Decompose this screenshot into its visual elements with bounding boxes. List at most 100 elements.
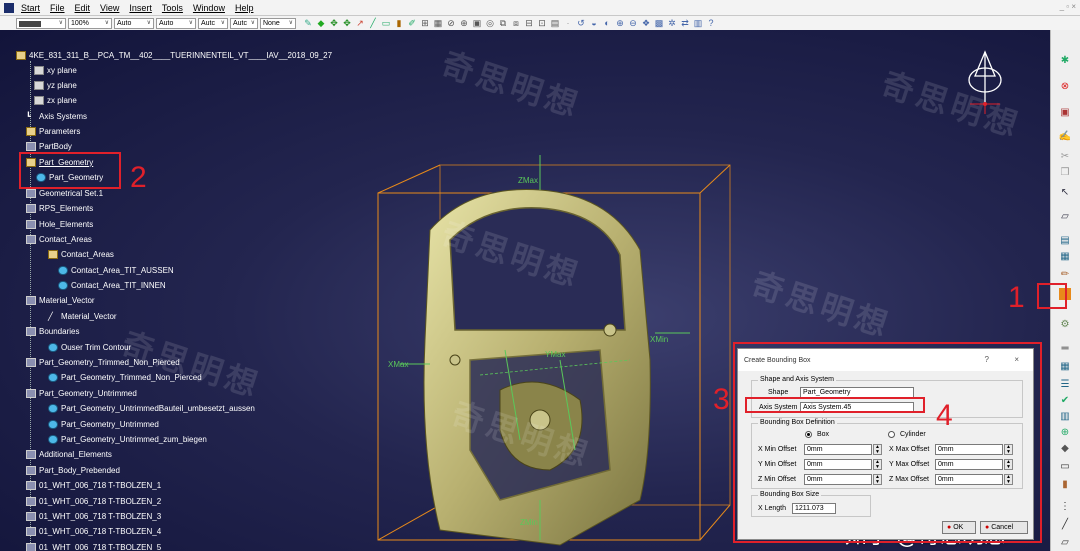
tree-item-parameters[interactable]: Parameters xyxy=(26,125,80,137)
tree-item-material-vector-line[interactable]: ╱ Material_Vector xyxy=(48,310,117,322)
tree-item-tbolzen-2[interactable]: 01_WHT_006_718 T-TBOLZEN_2 xyxy=(26,495,161,507)
menu-edit[interactable]: Edit xyxy=(70,3,96,13)
move-icon[interactable]: ✥ xyxy=(341,18,353,29)
transparency-combo[interactable]: 100% ∨ xyxy=(68,18,112,29)
offset-icon[interactable]: ⧉ xyxy=(497,18,509,29)
tree-item-zx-plane[interactable]: zx plane xyxy=(34,94,77,106)
fill-icon[interactable]: ▣ xyxy=(471,18,483,29)
tree-item-contact-areas[interactable]: Contact_Areas xyxy=(26,233,92,245)
tree-item-rps-elements[interactable]: RPS_Elements xyxy=(26,202,93,214)
sketch-icon[interactable]: ✱ xyxy=(1057,54,1073,68)
plane-icon[interactable]: ◆ xyxy=(315,18,327,29)
plane-icon[interactable]: ▭ xyxy=(380,18,392,29)
point-type-combo[interactable]: Autc ∨ xyxy=(198,18,228,29)
menu-help[interactable]: Help xyxy=(230,3,259,13)
tree-item-trimmed-set[interactable]: Part_Geometry_Trimmed_Non_Pierced xyxy=(26,356,180,368)
grid-icon[interactable]: ▦ xyxy=(1057,360,1073,374)
tree-item-contact-area-aussen[interactable]: Contact_Area_TIT_AUSSEN xyxy=(58,264,174,276)
zoom-icon[interactable]: ◐ xyxy=(601,18,613,29)
tree-item-part-body-prebended[interactable]: Part_Body_Prebended xyxy=(26,464,120,476)
window-controls[interactable]: _ ▫ × xyxy=(1060,2,1076,11)
help-icon[interactable]: ? xyxy=(705,18,717,29)
tree-item-untrimmed-biegen[interactable]: Part_Geometry_Untrimmed_zum_biegen xyxy=(48,433,207,445)
print-icon[interactable]: ▭ xyxy=(1057,460,1073,474)
build-icon[interactable]: ▮ xyxy=(1057,478,1073,492)
tree-item-material-vector[interactable]: Material_Vector xyxy=(26,294,95,306)
rotate-icon[interactable]: ↺ xyxy=(575,18,587,29)
extrude-icon[interactable]: ▮ xyxy=(393,18,405,29)
catalog-icon[interactable]: ▦ xyxy=(1057,250,1073,264)
menu-start[interactable]: Start xyxy=(16,3,45,13)
analysis-icon[interactable]: ▤ xyxy=(549,18,561,29)
menu-window[interactable]: Window xyxy=(188,3,230,13)
dots-icon[interactable]: ⋮ xyxy=(1057,500,1073,514)
settings-icon[interactable]: ◆ xyxy=(1057,442,1073,456)
tree-item-tbolzen-3[interactable]: 01_WHT_006_718 T-TBOLZEN_3 xyxy=(26,510,161,522)
catia-logo-icon[interactable] xyxy=(4,2,14,13)
view-icon[interactable]: ◒ xyxy=(588,18,600,29)
tree-root[interactable]: 4KE_831_311_B__PCA_TM__402____TUERINNENT… xyxy=(16,49,332,61)
line-thickness-combo[interactable]: Auto ∨ xyxy=(114,18,154,29)
paste-icon[interactable]: ❒ xyxy=(1057,166,1073,180)
brush-icon[interactable]: ✏ xyxy=(1057,268,1073,282)
tree-item-untrimmed-aussen[interactable]: Part_Geometry_UntrimmedBauteil_umbesetzt… xyxy=(48,402,255,414)
tree-item-tbolzen-4[interactable]: 01_WHT_006_718 T-TBOLZEN_4 xyxy=(26,525,161,537)
split-icon[interactable]: ⊘ xyxy=(445,18,457,29)
tree-item-contact-areas-sub[interactable]: Contact_Areas xyxy=(48,248,114,260)
sketch-icon[interactable]: ✐ xyxy=(406,18,418,29)
cut-icon[interactable]: ✂ xyxy=(1057,150,1073,164)
cancel-icon[interactable]: ⊗ xyxy=(1057,80,1073,94)
line-tool-icon[interactable]: ╱ xyxy=(1057,518,1073,532)
zoom-in-icon[interactable]: ⊕ xyxy=(614,18,626,29)
tree-item-untrimmed[interactable]: Part_Geometry_Untrimmed xyxy=(48,418,159,430)
tree-item-tbolzen-1[interactable]: 01_WHT_006_718 T-TBOLZEN_1 xyxy=(26,479,161,491)
divider-icon[interactable]: ═ xyxy=(1057,342,1073,356)
tree-item-contact-area-innen[interactable]: Contact_Area_TIT_INNEN xyxy=(58,279,166,291)
tree-item-tbolzen-5[interactable]: 01_WHT_006_718 T-TBOLZEN_5 xyxy=(26,541,161,551)
tree-icon[interactable]: ⊕ xyxy=(1057,426,1073,440)
sweep-icon[interactable]: ◎ xyxy=(484,18,496,29)
normal-view-icon[interactable]: ❖ xyxy=(640,18,652,29)
compass-icon[interactable]: ✥ xyxy=(328,18,340,29)
tools-icon[interactable]: ▥ xyxy=(1057,410,1073,424)
color-combo[interactable]: ∨ xyxy=(16,18,66,29)
gear-icon[interactable]: ⚙ xyxy=(1057,318,1073,332)
tree-item-xy-plane[interactable]: xy plane xyxy=(34,64,77,76)
check-icon[interactable]: ✔ xyxy=(1057,394,1073,408)
select-arrow-icon[interactable]: ↖ xyxy=(1057,186,1073,200)
tree-item-outer-trim-contour[interactable]: Ouser Trim Contour xyxy=(48,341,131,353)
layers-icon[interactable]: ▥ xyxy=(692,18,704,29)
tree-item-hole-elements[interactable]: Hole_Elements xyxy=(26,218,93,230)
menu-tools[interactable]: Tools xyxy=(157,3,188,13)
zoom-out-icon[interactable]: ⊖ xyxy=(627,18,639,29)
paint-icon[interactable]: ✎ xyxy=(302,18,314,29)
tree-item-trimmed[interactable]: Part_Geometry_Trimmed_Non_Pierced xyxy=(48,371,202,383)
pen-icon[interactable]: ✍ xyxy=(1057,130,1073,144)
join-icon[interactable]: ⊕ xyxy=(458,18,470,29)
menu-insert[interactable]: Insert xyxy=(124,3,157,13)
line-type-combo[interactable]: Auto ∨ xyxy=(156,18,196,29)
shading-icon[interactable]: ▩ xyxy=(653,18,665,29)
edit-icon[interactable]: ▱ xyxy=(1057,210,1073,224)
table-icon[interactable]: ▦ xyxy=(432,18,444,29)
scroll-down-icon[interactable]: ▱ xyxy=(1057,536,1073,550)
trim-icon[interactable]: ⧈ xyxy=(510,18,522,29)
extract-icon[interactable]: ⊟ xyxy=(523,18,535,29)
list-icon[interactable]: ☰ xyxy=(1057,378,1073,392)
save-icon[interactable]: ▣ xyxy=(1057,106,1073,120)
swap-icon[interactable]: ⇄ xyxy=(679,18,691,29)
tree-item-boundaries[interactable]: Boundaries xyxy=(26,325,79,337)
measure-icon[interactable]: ▤ xyxy=(1057,234,1073,248)
menu-file[interactable]: File xyxy=(45,3,70,13)
transform-icon[interactable]: ⊡ xyxy=(536,18,548,29)
tree-item-yz-plane[interactable]: yz plane xyxy=(34,79,77,91)
line-icon[interactable]: ╱ xyxy=(367,18,379,29)
menu-view[interactable]: View xyxy=(95,3,124,13)
tree-item-additional-elements[interactable]: Additional_Elements xyxy=(26,448,112,460)
tree-item-axis-systems[interactable]: ┗ Axis Systems xyxy=(26,110,87,122)
compass-icon[interactable] xyxy=(960,50,1010,120)
hide-icon[interactable]: ✲ xyxy=(666,18,678,29)
measure-icon[interactable]: ⊞ xyxy=(419,18,431,29)
layer-combo[interactable]: None ∨ xyxy=(260,18,296,29)
tree-item-partbody[interactable]: PartBody xyxy=(26,140,72,152)
